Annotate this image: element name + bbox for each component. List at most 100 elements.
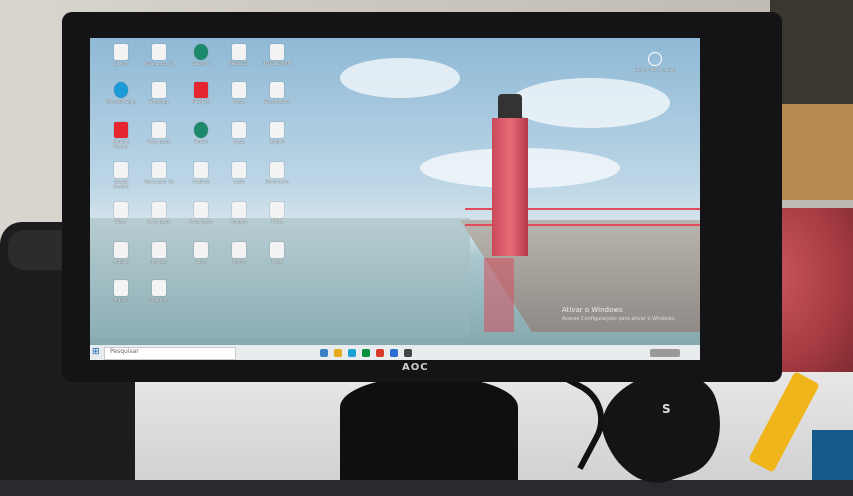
file-icon	[270, 202, 284, 218]
desktop-icon[interactable]: Arquivos	[186, 162, 216, 184]
weather-widget[interactable]: Cuide mais da saúde	[634, 52, 676, 72]
desktop-icon[interactable]: Programa	[144, 280, 174, 302]
taskbar-edge-icon[interactable]	[348, 349, 356, 357]
taskbar-app-icon[interactable]	[390, 349, 398, 357]
desktop-icon-label: Acrobat Reader	[113, 139, 129, 149]
desktop-icon[interactable]: Google Chrome	[106, 162, 136, 189]
desktop-icon-label: Documento	[265, 179, 289, 184]
lighthouse-reflection	[484, 258, 514, 332]
file-icon	[152, 162, 166, 178]
file-icon	[232, 162, 246, 178]
desktop-icon[interactable]: Nova pasta	[186, 202, 216, 224]
lighthouse	[492, 118, 528, 256]
desktop-icon-label: Fotos	[271, 219, 283, 224]
photo-scene: AOC Cuide mais da saúde Lixeira Novo past…	[0, 0, 853, 496]
file-icon	[232, 82, 246, 98]
cardboard-box	[780, 104, 853, 200]
desktop-icon-label: Arquivo	[113, 297, 129, 302]
activation-subtitle: Acesse Configurações para ativar o Windo…	[562, 316, 677, 322]
desktop-icon-label: Arquivo	[113, 259, 129, 264]
circuit-board	[812, 430, 853, 480]
desktop-icon-label: Google Chrome	[113, 179, 129, 189]
desktop-icon[interactable]: Arquivo	[262, 122, 292, 144]
file-icon	[232, 242, 246, 258]
desktop-icon[interactable]: pasta	[186, 242, 216, 264]
taskbar-app-icon[interactable]	[320, 349, 328, 357]
weather-widget-icon	[647, 52, 662, 66]
desktop-icon-label: Lixeira	[114, 61, 128, 66]
monitor-screen[interactable]: Cuide mais da saúde Lixeira Novo pasta (3…	[90, 38, 700, 360]
taskbar-app-icon[interactable]	[362, 349, 370, 357]
desktop-icon-label: Microsoft Edge	[106, 99, 136, 104]
file-icon	[270, 162, 284, 178]
desktop-icon[interactable]: Bloco	[106, 202, 136, 224]
desktop-icon[interactable]: Microsoft Edge	[106, 82, 136, 104]
start-button[interactable]: ⊞	[92, 347, 102, 357]
taskbar-app-icon[interactable]	[404, 349, 412, 357]
desktop-icon[interactable]: FOTO EDITAR	[262, 44, 292, 66]
lighthouse-lantern	[498, 94, 522, 120]
desktop-icon[interactable]: SERVIÇOS	[224, 44, 254, 66]
desktop-icon-label: Nova pasta (2)	[144, 179, 174, 184]
desktop-icon-label: pasta	[233, 139, 245, 144]
desktop-icon[interactable]: Documento	[262, 162, 292, 184]
system-tray[interactable]	[650, 349, 680, 357]
desktop-icon-label: SERVIÇOS	[228, 61, 250, 66]
desktop-icon-label: PROJETO	[192, 99, 210, 104]
file-icon	[152, 280, 166, 296]
desktop-icon-label: Nova pasta	[189, 219, 213, 224]
desktop-icon-label: Arquivo	[269, 139, 285, 144]
file-icon	[270, 242, 284, 258]
desktop-icon[interactable]: pasta	[224, 162, 254, 184]
desktop-icon[interactable]: Lixeira	[106, 44, 136, 66]
file-icon	[114, 202, 128, 218]
desktop-icon[interactable]: Fotos	[262, 202, 292, 224]
desktop-icon[interactable]: Nova pasta	[144, 202, 174, 224]
desktop-icon[interactable]: Documentos	[262, 82, 292, 104]
file-icon	[152, 82, 166, 98]
desktop-icon-label: Governo	[192, 61, 210, 66]
desktop-icon[interactable]: Acrobat Reader	[106, 122, 136, 149]
cloud	[510, 78, 670, 128]
taskbar-search-placeholder: Pesquisar	[110, 348, 139, 355]
desktop-icon-label: Novo pasta (3)	[144, 61, 174, 66]
file-icon	[152, 242, 166, 258]
file-icon	[232, 202, 246, 218]
desktop-icon-label: pasta	[233, 99, 245, 104]
desktop-icon[interactable]: Imagem	[224, 202, 254, 224]
desktop-icon[interactable]: pasta	[224, 82, 254, 104]
desktop-icon[interactable]: pasta	[224, 122, 254, 144]
edge-icon	[114, 82, 128, 98]
app-icon	[194, 44, 208, 60]
desktop-icon[interactable]: Atalho	[224, 242, 254, 264]
desktop-icon[interactable]: Arquivo	[106, 242, 136, 264]
file-icon	[194, 242, 208, 258]
desktop-icon-label: Bloco	[115, 219, 127, 224]
desktop-icon[interactable]: Torrent	[186, 122, 216, 144]
taskbar-folder-icon[interactable]	[334, 349, 342, 357]
taskbar-app-icon[interactable]	[376, 349, 384, 357]
pdf-icon	[194, 82, 208, 98]
desktop-icon-label: Pasta	[271, 259, 283, 264]
file-icon	[152, 202, 166, 218]
pdf-icon	[114, 122, 128, 138]
desktop-icon[interactable]: Imagens	[144, 242, 174, 264]
equipment-rack	[770, 0, 853, 104]
desktop-icon[interactable]: Arquivo	[106, 280, 136, 302]
mouse-logo: S	[662, 402, 671, 416]
file-icon	[232, 122, 246, 138]
desktop-icon[interactable]: Novo pasta (3)	[144, 44, 174, 66]
desktop-icon[interactable]: WhatsApp	[144, 82, 174, 104]
desktop-icon[interactable]: Nova pasta (2)	[144, 162, 174, 184]
file-icon	[152, 122, 166, 138]
desktop-icon-label: WhatsApp	[148, 99, 170, 104]
desktop-icon[interactable]: Governo	[186, 44, 216, 66]
desktop-icon-label: Arquivos	[192, 179, 210, 184]
desktop-icon[interactable]: Pasta	[262, 242, 292, 264]
desktop-icon-label: Nova pasta	[147, 219, 171, 224]
file-icon	[270, 122, 284, 138]
desktop-icon[interactable]: Nova pasta	[144, 122, 174, 144]
desktop-icon[interactable]: PROJETO	[186, 82, 216, 104]
weather-widget-label: Cuide mais da saúde	[634, 67, 676, 72]
file-icon	[270, 82, 284, 98]
